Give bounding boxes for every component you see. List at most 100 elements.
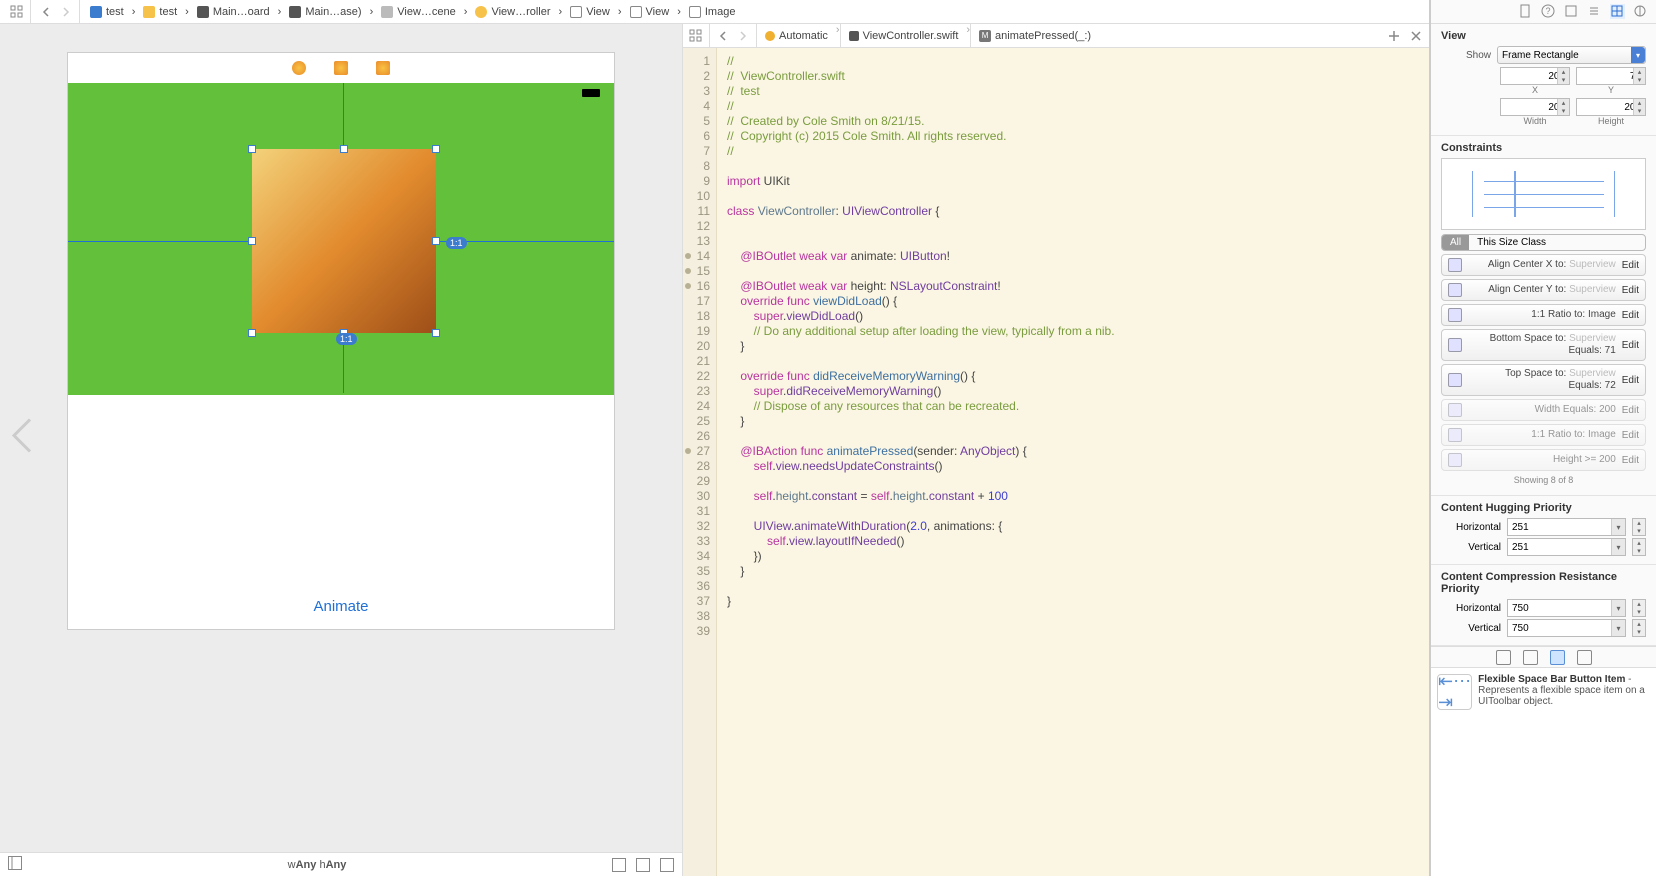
edit-button[interactable]: Edit (1622, 285, 1639, 296)
ratio-badge[interactable]: 1:1 (446, 237, 467, 249)
constraint-row[interactable]: Width Equals: 200Edit (1441, 399, 1646, 421)
viewcontroller-icon[interactable] (292, 61, 306, 75)
edit-button[interactable]: Edit (1622, 455, 1639, 466)
back-icon[interactable] (716, 29, 730, 43)
edit-button[interactable]: Edit (1622, 310, 1639, 321)
edit-button[interactable]: Edit (1622, 405, 1639, 416)
identity-inspector-icon[interactable] (1564, 4, 1579, 19)
x-input[interactable]: 200▴▾ (1500, 67, 1570, 85)
constraints-section-title: Constraints (1441, 142, 1646, 154)
constraint-preview[interactable] (1441, 158, 1646, 230)
code-snippet-tab-icon[interactable] (1523, 650, 1538, 665)
edit-button[interactable]: Edit (1622, 260, 1639, 271)
hugging-title: Content Hugging Priority (1441, 502, 1646, 514)
breadcrumb-item[interactable]: Main…ase) (287, 6, 363, 18)
resize-handle[interactable] (432, 145, 440, 153)
breadcrumb-item[interactable]: View (628, 6, 672, 18)
show-label: Show (1441, 50, 1491, 61)
inspector-panel: ? View Show Frame Rectangle▾ 200▴▾X 72▴▾… (1430, 0, 1656, 876)
first-responder-icon[interactable] (334, 61, 348, 75)
method-crumb[interactable]: ManimatePressed(_:) (977, 30, 1093, 42)
constraint-row[interactable]: Align Center Y to: SuperviewEdit (1441, 279, 1646, 301)
document-outline-toggle[interactable] (8, 856, 22, 873)
edit-button[interactable]: Edit (1622, 430, 1639, 441)
close-assistant-icon[interactable] (1409, 29, 1423, 43)
flexible-space-icon: ⇤⋯⇥ (1437, 674, 1472, 710)
scene-dock[interactable] (68, 61, 614, 75)
resize-handle[interactable] (432, 237, 440, 245)
file-crumb[interactable]: ViewController.swift (847, 30, 961, 42)
library-item[interactable]: ⇤⋯⇥ Flexible Space Bar Button Item - Rep… (1431, 668, 1656, 876)
code-jump-bar: Automatic › ViewController.swift › Manim… (683, 24, 1429, 48)
library-tabs (1431, 646, 1656, 668)
code-area[interactable]: // // ViewController.swift // test // //… (717, 48, 1429, 876)
resolve-tool-icon[interactable] (660, 858, 674, 872)
inspector-tabs-top: ? (1431, 0, 1656, 24)
breadcrumb-item[interactable]: test (141, 6, 179, 18)
assistant-editor-pane: Automatic › ViewController.swift › Manim… (683, 24, 1429, 876)
device-canvas[interactable]: 1:1 1:1 Animate (67, 52, 615, 630)
auto-crumb[interactable]: Automatic (763, 30, 830, 42)
related-items-icon[interactable] (10, 5, 24, 19)
constraint-row[interactable]: 1:1 Ratio to: ImageEdit (1441, 424, 1646, 446)
constraint-row[interactable]: Align Center X to: SuperviewEdit (1441, 254, 1646, 276)
resize-handle[interactable] (248, 237, 256, 245)
file-template-tab-icon[interactable] (1496, 650, 1511, 665)
pin-tool-icon[interactable] (636, 858, 650, 872)
ib-bottom-bar: wAny hAny (0, 852, 682, 876)
exit-icon[interactable] (376, 61, 390, 75)
constraint-row[interactable]: Height >= 200Edit (1441, 449, 1646, 471)
animate-button[interactable]: Animate (68, 598, 614, 615)
height-input[interactable]: 200▴▾ (1576, 98, 1646, 116)
connections-inspector-icon[interactable] (1633, 4, 1648, 19)
show-select[interactable]: Frame Rectangle▾ (1497, 46, 1646, 64)
connection-dot[interactable] (685, 253, 691, 259)
breadcrumb-item[interactable]: Main…oard (195, 6, 272, 18)
width-input[interactable]: 200▴▾ (1500, 98, 1570, 116)
edit-button[interactable]: Edit (1622, 340, 1639, 351)
breadcrumb-item[interactable]: Image (687, 6, 738, 18)
object-library-tab-icon[interactable] (1550, 650, 1565, 665)
battery-icon (582, 89, 600, 97)
help-inspector-icon[interactable]: ? (1541, 4, 1556, 19)
breadcrumb-item[interactable]: View…roller (473, 6, 552, 18)
hugging-v-input[interactable]: 251▾ (1507, 538, 1626, 556)
size-class-w-value[interactable]: Any (296, 859, 317, 871)
hugging-h-input[interactable]: 251▾ (1507, 518, 1626, 536)
breadcrumb-item[interactable]: View…cene (379, 6, 458, 18)
resize-handle[interactable] (248, 329, 256, 337)
size-class-h-value[interactable]: Any (326, 859, 347, 871)
scene-back-arrow[interactable] (6, 416, 38, 461)
constraint-row[interactable]: Top Space to: SuperviewEquals: 72Edit (1441, 364, 1646, 396)
breadcrumb-item[interactable]: View (568, 6, 612, 18)
breadcrumb-item[interactable]: test (88, 6, 126, 18)
ratio-badge[interactable]: 1:1 (336, 333, 357, 345)
forward-icon[interactable] (736, 29, 750, 43)
constraint-row[interactable]: 1:1 Ratio to: ImageEdit (1441, 304, 1646, 326)
size-inspector-icon[interactable] (1610, 4, 1625, 19)
resize-handle[interactable] (432, 329, 440, 337)
connection-dot[interactable] (685, 283, 691, 289)
resize-handle[interactable] (248, 145, 256, 153)
compression-h-input[interactable]: 750▾ (1507, 599, 1626, 617)
forward-icon[interactable] (59, 5, 73, 19)
align-tool-icon[interactable] (612, 858, 626, 872)
constraint-row[interactable]: Bottom Space to: SuperviewEquals: 71Edit (1441, 329, 1646, 361)
line-gutter[interactable]: 1234567891011121314151617181920212223242… (683, 48, 717, 876)
edit-button[interactable]: Edit (1622, 375, 1639, 386)
related-items-icon[interactable] (689, 29, 703, 43)
view-section-title: View (1441, 30, 1646, 42)
attributes-inspector-icon[interactable] (1587, 4, 1602, 19)
connection-dot[interactable] (685, 268, 691, 274)
resize-handle[interactable] (340, 145, 348, 153)
media-library-tab-icon[interactable] (1577, 650, 1592, 665)
compression-v-input[interactable]: 750▾ (1507, 619, 1626, 637)
image-view[interactable] (252, 149, 436, 333)
interface-builder-pane: 1:1 1:1 Animate wAny hAny (0, 24, 683, 876)
connection-dot[interactable] (685, 448, 691, 454)
back-icon[interactable] (39, 5, 53, 19)
y-input[interactable]: 72▴▾ (1576, 67, 1646, 85)
file-inspector-icon[interactable] (1518, 4, 1533, 19)
size-class-segment[interactable]: All This Size Class (1441, 234, 1646, 251)
add-assistant-icon[interactable] (1387, 29, 1401, 43)
